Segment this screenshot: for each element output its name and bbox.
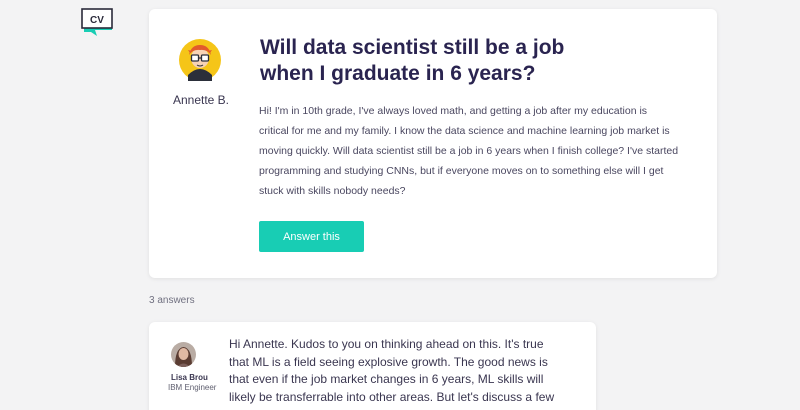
answer-text: Hi Annette. Kudos to you on thinking ahe… <box>229 337 555 410</box>
cv-logo[interactable]: CV <box>81 8 115 36</box>
answerer-name: Lisa Brou <box>171 373 208 382</box>
answers-count: 3 answers <box>149 295 195 306</box>
answer-this-button[interactable]: Answer this <box>259 221 364 252</box>
answerer-role: IBM Engineer <box>168 383 217 392</box>
answerer-avatar <box>171 342 196 367</box>
question-body: Hi! I'm in 10th grade, I've always loved… <box>259 105 679 197</box>
logo-text: CV <box>90 15 104 26</box>
question-title-line-2: when I graduate in 6 years? <box>260 62 536 85</box>
question-card: Annette B. Will data scientist still be … <box>149 9 717 278</box>
answer-card[interactable]: Lisa Brou IBM Engineer Hi Annette. Kudos… <box>149 322 596 410</box>
question-title[interactable]: Will data scientist still be a job when … <box>260 35 580 87</box>
question-title-line-1: Will data scientist still be a job <box>260 36 565 59</box>
asker-avatar <box>179 39 221 81</box>
asker-name: Annette B. <box>172 93 230 107</box>
